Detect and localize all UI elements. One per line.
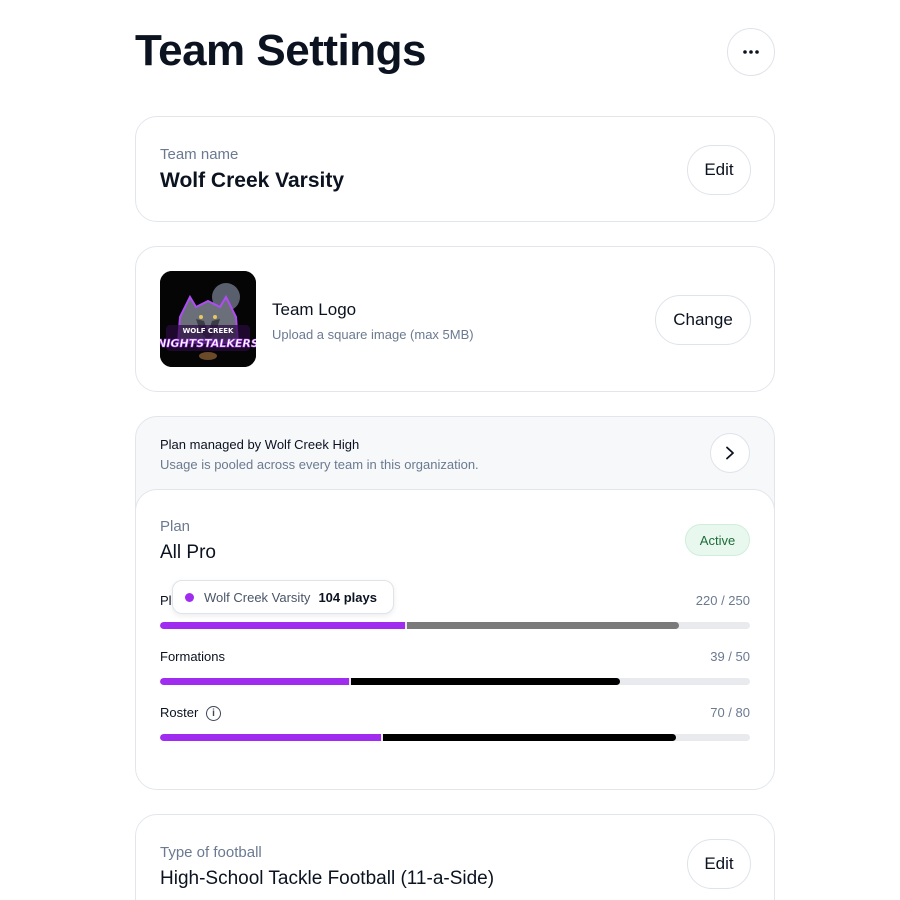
formations-meter-label: Formations: [160, 649, 226, 664]
plays-usage-bar[interactable]: [160, 622, 750, 629]
football-type-card: Type of football High-School Tackle Foot…: [135, 814, 775, 900]
plan-details-button[interactable]: [710, 433, 750, 473]
roster-meter-count: 70 / 80: [710, 705, 750, 720]
team-name-card: Team name Wolf Creek Varsity Edit: [135, 116, 775, 222]
page-title: Team Settings: [135, 26, 426, 75]
plays-team-segment[interactable]: [160, 622, 405, 629]
tooltip-team-name: Wolf Creek Varsity: [204, 589, 311, 605]
usage-tooltip: Wolf Creek Varsity 104 plays: [172, 580, 394, 614]
team-logo-subtitle: Upload a square image (max 5MB): [272, 327, 474, 342]
formations-team-segment[interactable]: [160, 678, 349, 685]
plan-name: All Pro: [160, 542, 216, 563]
roster-meter-label: Roster: [160, 705, 199, 720]
team-logo-image: WOLF CREEK NIGHTSTALKERS: [160, 271, 256, 367]
change-logo-button[interactable]: Change: [655, 295, 751, 345]
football-type-label: Type of football: [160, 844, 262, 861]
logo-text-main: NIGHTSTALKERS: [160, 337, 256, 350]
chevron-right-icon: [726, 446, 734, 460]
edit-team-name-button[interactable]: Edit: [687, 145, 751, 195]
roster-usage-bar[interactable]: [160, 734, 750, 741]
more-horizontal-icon: [743, 50, 759, 54]
formations-meter-count: 39 / 50: [710, 649, 750, 664]
info-icon[interactable]: i: [206, 706, 221, 721]
roster-team-segment[interactable]: [160, 734, 381, 741]
plays-meter-count: 220 / 250: [695, 593, 750, 608]
team-name-label: Team name: [160, 146, 239, 163]
plays-other-segment[interactable]: [407, 622, 679, 629]
roster-other-segment[interactable]: [383, 734, 676, 741]
team-color-dot: [185, 592, 194, 602]
wolf-logo-graphic: WOLF CREEK NIGHTSTALKERS: [160, 271, 256, 367]
plan-managed-subtitle: Usage is pooled across every team in thi…: [160, 457, 479, 472]
plan-label: Plan: [160, 518, 191, 535]
formations-usage-bar[interactable]: [160, 678, 750, 685]
formations-other-segment[interactable]: [351, 678, 620, 685]
logo-text-top: WOLF CREEK: [183, 327, 234, 335]
team-logo-title: Team Logo: [272, 300, 357, 319]
tooltip-value: 104 plays: [318, 589, 377, 605]
plan-managed-title: Plan managed by Wolf Creek High: [160, 437, 360, 452]
plan-card: Plan managed by Wolf Creek High Usage is…: [135, 416, 775, 790]
team-logo-card: WOLF CREEK NIGHTSTALKERS Team Logo Uploa…: [135, 246, 775, 392]
more-options-button[interactable]: [727, 28, 775, 76]
football-type-value: High-School Tackle Football (11-a-Side): [160, 868, 495, 889]
plan-usage-panel: Plan All Pro Active Plays 220 / 250 Form…: [136, 489, 774, 789]
edit-football-type-button[interactable]: Edit: [687, 839, 751, 889]
plan-status-badge: Active: [685, 524, 750, 556]
team-name-value: Wolf Creek Varsity: [160, 169, 345, 192]
team-settings-page: Team Settings Team name Wolf Creek Varsi…: [0, 0, 900, 900]
